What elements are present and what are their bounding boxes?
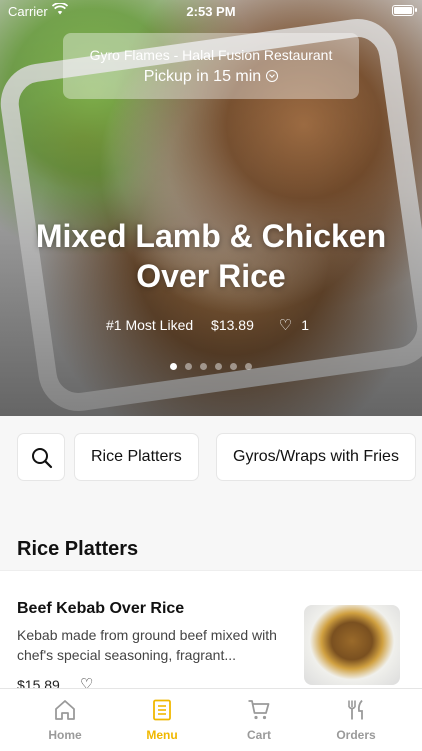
category-rice-platters[interactable]: Rice Platters	[74, 433, 199, 481]
orders-icon	[348, 699, 363, 720]
category-bar: Rice Platters Gyros/Wraps with Fries	[0, 416, 422, 502]
category-gyros-wraps[interactable]: Gyros/Wraps with Fries	[216, 433, 416, 481]
tab-cart[interactable]: Cart	[211, 689, 307, 751]
clock: 2:53 PM	[186, 4, 236, 19]
featured-dish-title: Mixed Lamb & Chicken Over Rice	[35, 218, 387, 294]
status-bar: Carrier 2:53 PM	[0, 0, 422, 22]
carousel-dot[interactable]	[230, 363, 237, 370]
tab-bar: Home Menu Cart Orders	[0, 688, 422, 751]
like-count[interactable]: ♡ 1	[272, 317, 316, 334]
battery-icon	[392, 5, 417, 16]
carousel-dots[interactable]	[0, 357, 422, 375]
restaurant-name: Gyro Flames - Halal Fusion Restaurant	[89, 47, 333, 63]
menu-item-description: Kebab made from ground beef mixed with c…	[17, 627, 277, 663]
featured-price: $13.89	[211, 317, 254, 333]
search-button[interactable]	[17, 433, 65, 481]
pickup-time-row[interactable]: Pickup in 15 min	[63, 68, 359, 86]
cart-icon	[248, 700, 270, 720]
search-icon	[32, 448, 53, 469]
section-title: Rice Platters	[17, 538, 139, 560]
home-icon	[55, 700, 75, 720]
carousel-dot[interactable]	[185, 363, 192, 370]
menu-item-name: Beef Kebab Over Rice	[17, 600, 185, 617]
carousel-dot[interactable]	[245, 363, 252, 370]
hero-image[interactable]: Carrier 2:53 PM Gyro Flames - Halal Fusi…	[0, 0, 422, 416]
most-liked-badge: #1 Most Liked	[105, 317, 194, 333]
featured-dish-meta: #1 Most Liked $13.89 ♡ 1	[0, 316, 422, 334]
restaurant-pickup-selector[interactable]: Gyro Flames - Halal Fusion Restaurant Pi…	[63, 33, 359, 99]
heart-icon: ♡	[278, 317, 293, 334]
menu-item-card[interactable]: Beef Kebab Over Rice Kebab made from gro…	[0, 570, 422, 693]
menu-item-image	[304, 605, 400, 685]
tab-home[interactable]: Home	[17, 689, 113, 751]
tab-label-orders: Orders	[336, 728, 376, 742]
tab-label-menu: Menu	[146, 728, 178, 742]
carousel-dot[interactable]	[170, 363, 177, 370]
chevron-down-circle-icon	[266, 70, 279, 82]
carousel-dot[interactable]	[200, 363, 207, 370]
tab-label-home: Home	[48, 728, 82, 742]
like-count-value: 1	[301, 317, 310, 333]
tab-orders[interactable]: Orders	[308, 689, 404, 751]
carousel-dot[interactable]	[215, 363, 222, 370]
tab-menu[interactable]: Menu	[114, 689, 210, 751]
tab-label-cart: Cart	[246, 728, 271, 742]
pickup-time: Pickup in 15 min	[143, 68, 262, 85]
menu-icon	[153, 699, 171, 721]
